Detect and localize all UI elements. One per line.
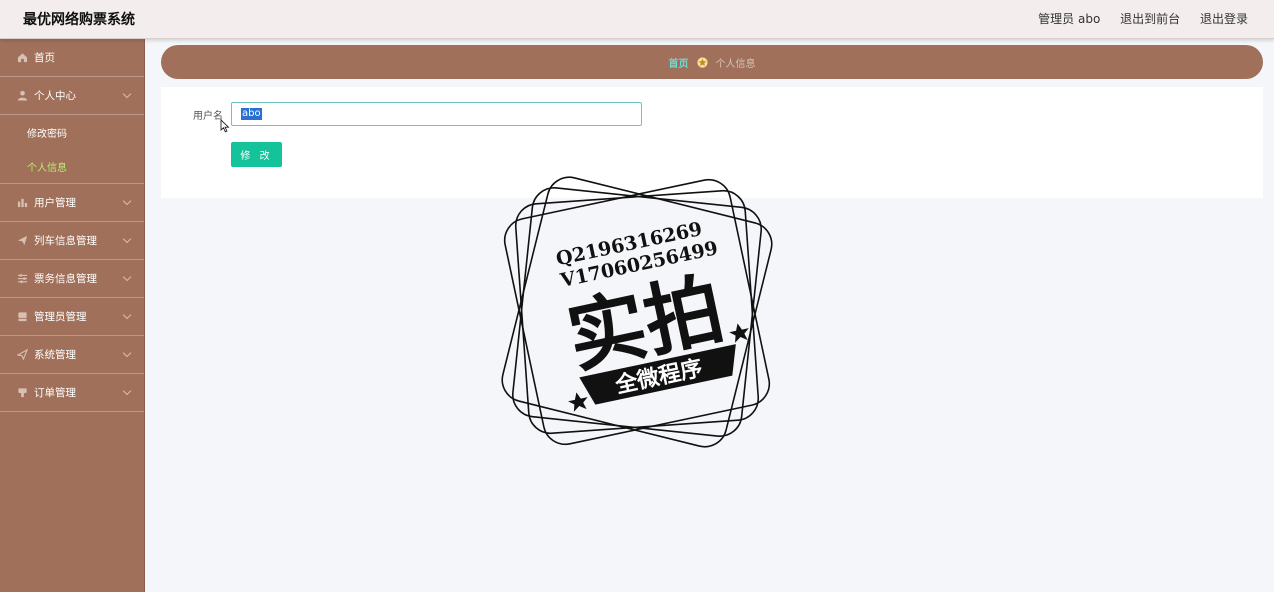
sidebar-item-label: 管理员管理 [34, 311, 87, 323]
top-links: 管理员 abo 退出到前台 退出登录 [1022, 10, 1248, 27]
sidebar-item-label: 票务信息管理 [34, 273, 97, 285]
sidebar-item-home[interactable]: 首页 [0, 39, 144, 77]
home-icon [17, 53, 28, 63]
chevron-down-icon [122, 89, 132, 99]
breadcrumb: 首页 个人信息 [161, 45, 1263, 79]
top-bar: 最优网络购票系统 管理员 abo 退出到前台 退出登录 [0, 0, 1274, 39]
personal-center-submenu: 修改密码 个人信息 [0, 115, 144, 184]
user-icon [17, 90, 28, 101]
chevron-down-icon [122, 386, 132, 396]
star-icon [696, 56, 708, 68]
database-icon [18, 312, 27, 322]
send-icon [17, 235, 28, 246]
sidebar-item-label: 订单管理 [34, 387, 76, 399]
app-title: 最优网络购票系统 [23, 12, 135, 28]
clipboard-icon [18, 388, 27, 398]
sidebar-item-system-management[interactable]: 系统管理 [0, 336, 144, 374]
chevron-down-icon [122, 196, 132, 206]
sidebar-item-order-management[interactable]: 订单管理 [0, 374, 144, 412]
chevron-down-icon [122, 348, 132, 358]
paper-plane-icon [17, 349, 28, 360]
back-to-frontend-link[interactable]: 退出到前台 [1120, 12, 1180, 26]
username-input[interactable] [231, 102, 642, 126]
sidebar-item-label: 列车信息管理 [34, 235, 97, 247]
username-label: 用户名 [193, 111, 223, 122]
breadcrumb-home-link[interactable]: 首页 [669, 55, 689, 70]
chevron-down-icon [122, 272, 132, 282]
sidebar-item-label: 个人中心 [34, 90, 76, 102]
sidebar-item-user-management[interactable]: 用户管理 [0, 184, 144, 222]
sidebar-subitem-personal-info[interactable]: 个人信息 [0, 149, 144, 183]
update-button[interactable]: 修 改 [231, 142, 282, 167]
sliders-icon [17, 274, 28, 284]
sidebar-item-label: 系统管理 [34, 349, 76, 361]
mouse-cursor-icon [220, 119, 230, 133]
bar-chart-icon [17, 198, 28, 208]
breadcrumb-current: 个人信息 [715, 58, 756, 70]
sidebar-subitem-change-password[interactable]: 修改密码 [0, 115, 144, 149]
sidebar-item-admin-management[interactable]: 管理员管理 [0, 298, 144, 336]
sidebar-item-train-management[interactable]: 列车信息管理 [0, 222, 144, 260]
sidebar: 首页 个人中心 修改密码 个人信息 用户管理 列车信息管理 票务信息管理 管理员… [0, 39, 145, 592]
chevron-down-icon [122, 310, 132, 320]
sidebar-item-label: 用户管理 [34, 197, 76, 209]
sidebar-item-personal-center[interactable]: 个人中心 [0, 77, 144, 115]
username-selected-text: abo [241, 108, 262, 120]
logout-link[interactable]: 退出登录 [1200, 12, 1248, 26]
chevron-down-icon [122, 234, 132, 244]
admin-user-label[interactable]: 管理员 abo [1038, 12, 1100, 26]
sidebar-item-ticket-management[interactable]: 票务信息管理 [0, 260, 144, 298]
watermark-stamp: Q2196316269 V17060256499 实拍 全微程序 [501, 176, 773, 448]
sidebar-item-label: 首页 [34, 52, 55, 64]
